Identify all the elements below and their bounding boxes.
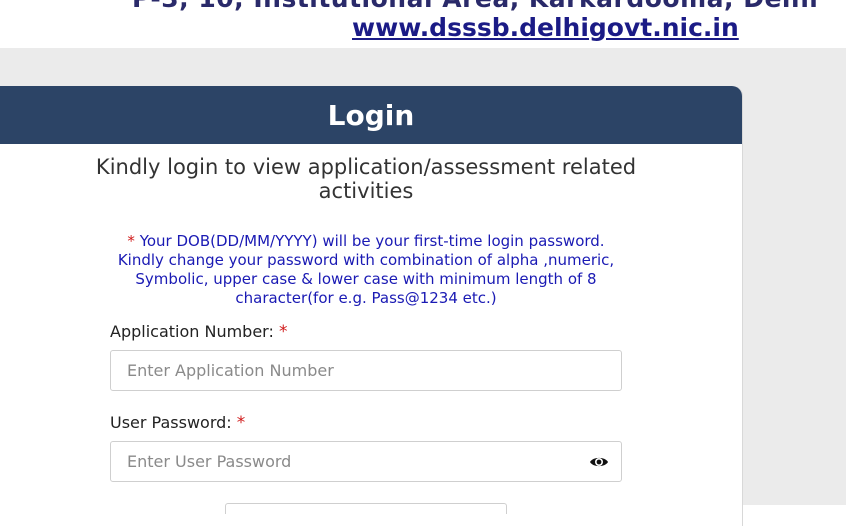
application-number-label: Application Number: * <box>110 322 287 342</box>
user-password-input[interactable] <box>111 442 567 481</box>
user-password-label-text: User Password: <box>110 413 232 432</box>
application-number-field[interactable] <box>110 350 622 391</box>
password-notice: * Your DOB(DD/MM/YYYY) will be your firs… <box>106 232 626 308</box>
login-card-header: Login <box>0 86 742 144</box>
application-number-required-mark: * <box>278 322 288 342</box>
banner-address: P-3, 10, Institutional Area, Karkardooma… <box>132 0 818 13</box>
user-password-label: User Password: * <box>110 413 245 433</box>
banner-website-link[interactable]: www.dsssb.delhigovt.nic.in <box>352 13 739 42</box>
user-password-required-mark: * <box>236 413 246 433</box>
login-intro-text: Kindly login to view application/assessm… <box>95 155 637 203</box>
application-number-input[interactable] <box>111 351 567 390</box>
login-card: Login Kindly login to view application/a… <box>0 86 743 526</box>
eye-icon[interactable] <box>589 453 609 471</box>
site-banner: P-3, 10, Institutional Area, Karkardooma… <box>0 0 846 48</box>
login-title: Login <box>327 98 415 132</box>
user-password-field[interactable] <box>110 441 622 482</box>
application-number-label-text: Application Number: <box>110 322 274 341</box>
notice-text: Your DOB(DD/MM/YYYY) will be your first-… <box>117 232 615 307</box>
notice-required-mark: * <box>127 232 135 250</box>
